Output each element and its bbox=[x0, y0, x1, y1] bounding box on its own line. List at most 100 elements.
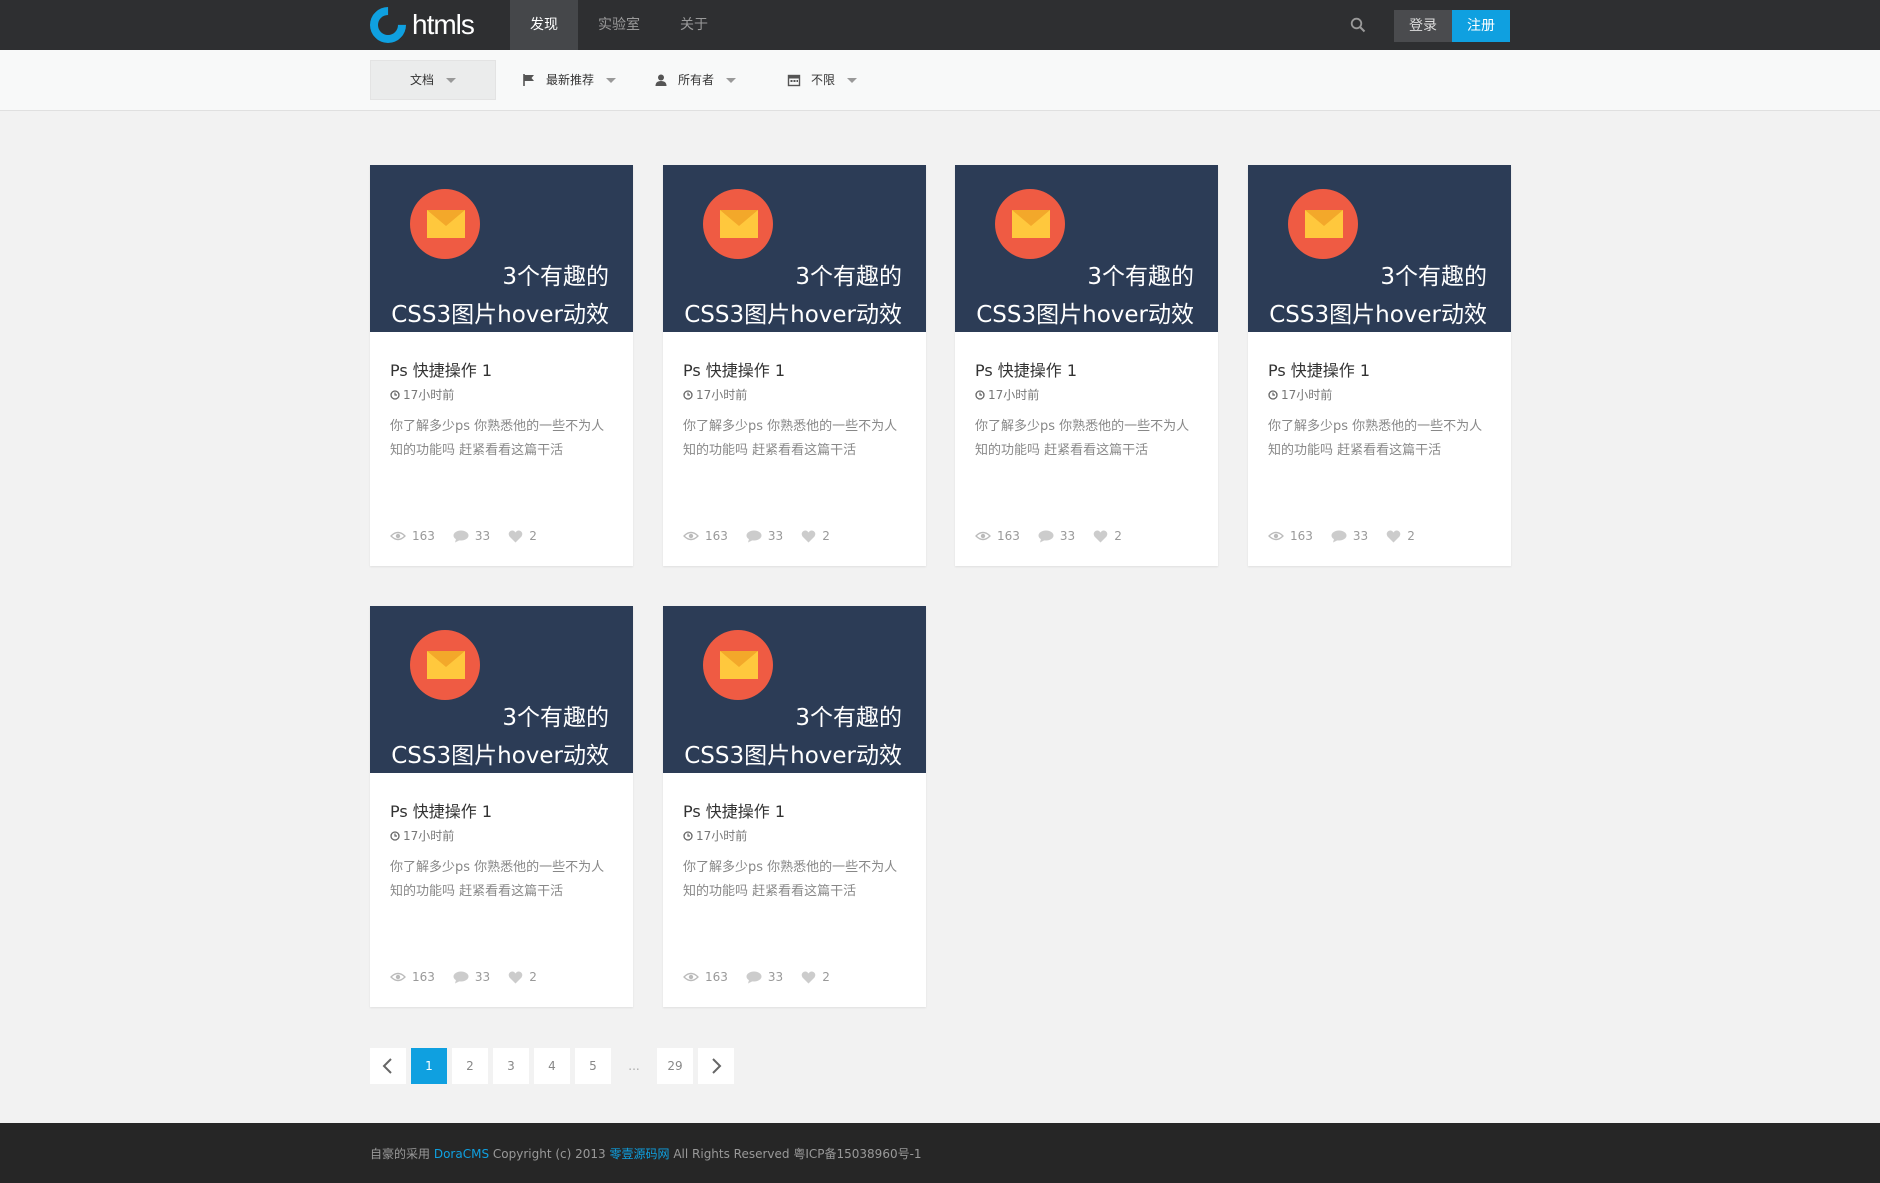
views-stat: 163 bbox=[390, 970, 435, 984]
footer-text: 自豪的采用 DoraCMS Copyright (c) 2013 零壹源码网 A… bbox=[370, 1145, 922, 1162]
filter-owner[interactable]: 所有者 bbox=[654, 60, 737, 100]
card-thumbnail[interactable]: 3个有趣的 CSS3图片hover动效 bbox=[370, 165, 633, 332]
mail-badge bbox=[703, 189, 773, 259]
page-button-5[interactable]: 5 bbox=[575, 1048, 611, 1084]
views-stat: 163 bbox=[390, 529, 435, 543]
thumb-text-line1: 3个有趣的 bbox=[1380, 264, 1487, 290]
card-time: 17小时前 bbox=[390, 386, 454, 403]
filter-recommend-label: 最新推荐 bbox=[546, 73, 595, 87]
card-thumbnail[interactable]: 3个有趣的 CSS3图片hover动效 bbox=[663, 165, 926, 332]
article-card[interactable]: 3个有趣的 CSS3图片hover动效 Ps 快捷操作 1 17小时前 你了解多… bbox=[370, 606, 633, 1007]
page-button-4[interactable]: 4 bbox=[534, 1048, 570, 1084]
footer-copyright: Copyright (c) 2013 bbox=[492, 1147, 606, 1161]
eye-icon bbox=[390, 972, 406, 982]
card-thumbnail[interactable]: 3个有趣的 CSS3图片hover动效 bbox=[663, 606, 926, 773]
likes-stat[interactable]: 2 bbox=[801, 970, 830, 984]
views-count: 163 bbox=[1290, 529, 1313, 543]
likes-stat[interactable]: 2 bbox=[801, 529, 830, 543]
page-button-last[interactable]: 29 bbox=[657, 1048, 693, 1084]
card-thumbnail[interactable]: 3个有趣的 CSS3图片hover动效 bbox=[1248, 165, 1511, 332]
user-icon bbox=[655, 74, 667, 86]
chevron-right-icon bbox=[712, 1058, 722, 1074]
comments-count: 33 bbox=[474, 529, 491, 543]
page-ellipsis: ... bbox=[628, 1059, 640, 1073]
mail-badge bbox=[1288, 189, 1358, 259]
chevron-left-icon bbox=[382, 1058, 392, 1074]
card-time-label: 17小时前 bbox=[988, 388, 1040, 402]
likes-stat[interactable]: 2 bbox=[508, 529, 537, 543]
article-card[interactable]: 3个有趣的 CSS3图片hover动效 Ps 快捷操作 1 17小时前 你了解多… bbox=[1248, 165, 1511, 566]
comments-stat: 33 bbox=[1331, 529, 1368, 543]
page-button-3[interactable]: 3 bbox=[493, 1048, 529, 1084]
card-thumbnail[interactable]: 3个有趣的 CSS3图片hover动效 bbox=[370, 606, 633, 773]
card-title[interactable]: Ps 快捷操作 1 bbox=[975, 357, 1077, 381]
card-title[interactable]: Ps 快捷操作 1 bbox=[1268, 357, 1370, 381]
thumb-text-line1: 3个有趣的 bbox=[502, 705, 609, 731]
thumb-text-line1: 3个有趣的 bbox=[795, 705, 902, 731]
views-count: 163 bbox=[412, 529, 435, 543]
login-button[interactable]: 登录 bbox=[1394, 10, 1452, 42]
nav-item-about[interactable]: 关于 bbox=[660, 0, 728, 50]
chevron-down-icon bbox=[847, 77, 858, 83]
page-button-2[interactable]: 2 bbox=[452, 1048, 488, 1084]
views-count: 163 bbox=[705, 529, 728, 543]
mail-badge bbox=[410, 189, 480, 259]
card-time: 17小时前 bbox=[390, 827, 454, 844]
article-card[interactable]: 3个有趣的 CSS3图片hover动效 Ps 快捷操作 1 17小时前 你了解多… bbox=[663, 606, 926, 1007]
clock-icon bbox=[683, 830, 693, 841]
filter-date[interactable]: 不限 bbox=[787, 60, 858, 100]
heart-icon bbox=[1093, 530, 1108, 542]
filter-doc-type[interactable]: 文档 bbox=[370, 60, 496, 100]
comments-stat: 33 bbox=[746, 970, 783, 984]
register-button[interactable]: 注册 bbox=[1452, 10, 1510, 42]
page-button-1[interactable]: 1 bbox=[411, 1048, 447, 1084]
logo[interactable]: htmls bbox=[362, 0, 475, 51]
envelope-icon bbox=[427, 651, 465, 679]
likes-stat[interactable]: 2 bbox=[1093, 529, 1122, 543]
likes-stat[interactable]: 2 bbox=[1386, 529, 1415, 543]
clock-icon bbox=[1268, 389, 1278, 400]
card-title[interactable]: Ps 快捷操作 1 bbox=[390, 357, 492, 381]
likes-count: 2 bbox=[1114, 529, 1122, 543]
card-description: 你了解多少ps 你熟悉他的一些不为人知的功能吗 赶紧看看这篇干活 bbox=[390, 419, 605, 458]
filter-doc-type-label: 文档 bbox=[409, 73, 434, 87]
top-navbar-inner: htmls 发现 实验室 关于 登录 注册 bbox=[362, 0, 1511, 51]
card-title[interactable]: Ps 快捷操作 1 bbox=[683, 357, 785, 381]
card-time: 17小时前 bbox=[683, 386, 747, 403]
views-stat: 163 bbox=[1268, 529, 1313, 543]
article-card[interactable]: 3个有趣的 CSS3图片hover动效 Ps 快捷操作 1 17小时前 你了解多… bbox=[663, 165, 926, 566]
search-icon[interactable] bbox=[1350, 17, 1366, 33]
comments-count: 33 bbox=[1059, 529, 1076, 543]
article-card[interactable]: 3个有趣的 CSS3图片hover动效 Ps 快捷操作 1 17小时前 你了解多… bbox=[955, 165, 1218, 566]
views-count: 163 bbox=[997, 529, 1020, 543]
card-title[interactable]: Ps 快捷操作 1 bbox=[683, 798, 785, 822]
clock-icon bbox=[975, 389, 985, 400]
eye-icon bbox=[683, 531, 699, 541]
eye-icon bbox=[975, 531, 991, 541]
nav-item-discover[interactable]: 发现 bbox=[510, 0, 578, 50]
nav-item-lab[interactable]: 实验室 bbox=[578, 0, 660, 50]
comments-count: 33 bbox=[474, 970, 491, 984]
likes-count: 2 bbox=[1407, 529, 1415, 543]
filter-bar: 文档 最新推荐 所有者 不限 bbox=[0, 50, 1880, 111]
logo-text: htmls bbox=[412, 9, 475, 40]
likes-stat[interactable]: 2 bbox=[508, 970, 537, 984]
card-title[interactable]: Ps 快捷操作 1 bbox=[390, 798, 492, 822]
prev-page-button[interactable] bbox=[370, 1048, 406, 1084]
views-stat: 163 bbox=[975, 529, 1020, 543]
envelope-icon bbox=[1305, 210, 1343, 238]
eye-icon bbox=[1268, 531, 1284, 541]
comments-count: 33 bbox=[767, 970, 784, 984]
card-thumbnail[interactable]: 3个有趣的 CSS3图片hover动效 bbox=[955, 165, 1218, 332]
chevron-down-icon bbox=[726, 77, 737, 83]
footer-suffix: All Rights Reserved 粤ICP备15038960号-1 bbox=[673, 1147, 922, 1161]
footer-cms-link[interactable]: DoraCMS bbox=[434, 1147, 489, 1161]
heart-icon bbox=[801, 530, 816, 542]
footer-site-link[interactable]: 零壹源码网 bbox=[609, 1147, 669, 1161]
next-page-button[interactable] bbox=[698, 1048, 734, 1084]
views-stat: 163 bbox=[683, 970, 728, 984]
filter-recommend[interactable]: 最新推荐 bbox=[522, 60, 617, 100]
article-card[interactable]: 3个有趣的 CSS3图片hover动效 Ps 快捷操作 1 17小时前 你了解多… bbox=[370, 165, 633, 566]
thumb-text-line1: 3个有趣的 bbox=[1087, 264, 1194, 290]
heart-icon bbox=[801, 971, 816, 983]
